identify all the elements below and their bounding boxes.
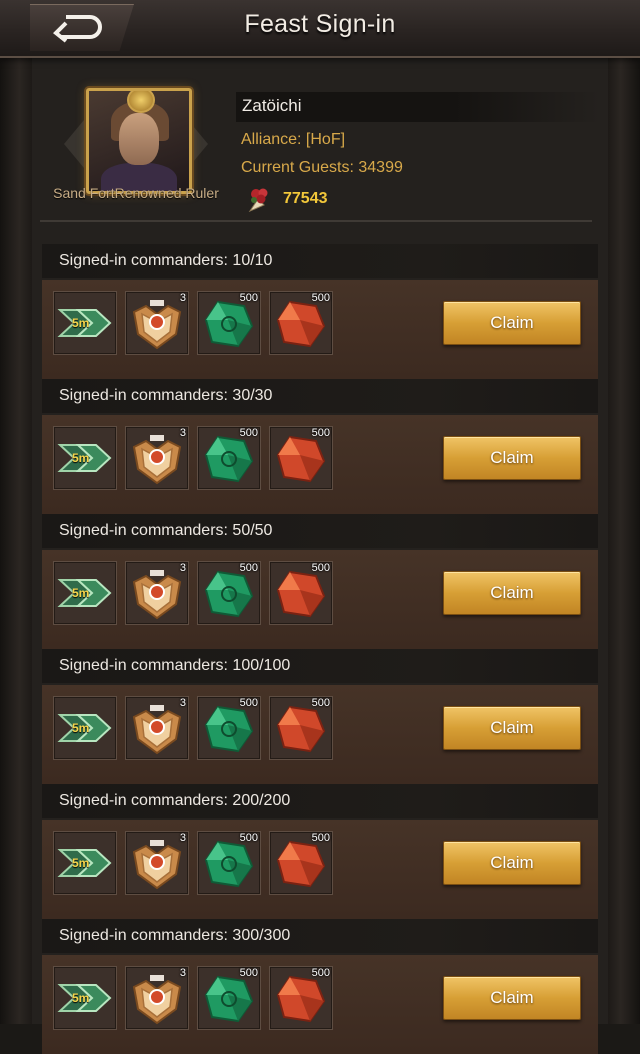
reward-qty: 3 bbox=[179, 967, 186, 979]
tier-header: Signed-in commanders: 200/200 bbox=[42, 784, 598, 818]
rank-title: Sand FortRenowned Ruler bbox=[53, 185, 219, 201]
reward-slot-speedup[interactable]: 5m bbox=[53, 291, 117, 355]
page-title: Feast Sign-in bbox=[244, 10, 396, 38]
reward-qty: 500 bbox=[239, 292, 258, 304]
tier-label: Signed-in commanders: 50/50 bbox=[59, 522, 273, 539]
avatar bbox=[86, 88, 192, 194]
tier-label: Signed-in commanders: 200/200 bbox=[59, 792, 291, 809]
speedup-duration: 5m bbox=[72, 316, 90, 330]
reward-slot-medal[interactable]: 3 bbox=[125, 966, 189, 1030]
reward-slot-speedup[interactable]: 5m bbox=[53, 966, 117, 1030]
reward-slot-green-gem[interactable]: 500 bbox=[197, 426, 261, 490]
tier-rewards: 5m 3 500 500 Claim bbox=[42, 685, 598, 784]
reward-slot-red-gem[interactable]: 500 bbox=[269, 426, 333, 490]
reward-qty: 500 bbox=[239, 697, 258, 709]
frame-left-ornament bbox=[64, 120, 84, 168]
claim-button[interactable]: Claim bbox=[443, 976, 581, 1020]
tier-rewards: 5m 3 500 500 Claim bbox=[42, 280, 598, 379]
reward-slot-green-gem[interactable]: 500 bbox=[197, 696, 261, 760]
claim-button[interactable]: Claim bbox=[443, 571, 581, 615]
divider bbox=[40, 220, 592, 222]
medal-badge-icon bbox=[132, 840, 182, 890]
reward-slot-red-gem[interactable]: 500 bbox=[269, 291, 333, 355]
crest-icon bbox=[127, 91, 155, 113]
reward-qty: 3 bbox=[179, 697, 186, 709]
reward-qty: 3 bbox=[179, 562, 186, 574]
reward-tier: Signed-in commanders: 100/100 5m 3 500 5… bbox=[42, 649, 598, 784]
current-guests-label: Current Guests: 34399 bbox=[241, 159, 403, 176]
speedup-duration: 5m bbox=[72, 721, 90, 735]
claim-button[interactable]: Claim bbox=[443, 436, 581, 480]
reward-qty: 3 bbox=[179, 292, 186, 304]
reward-qty: 500 bbox=[311, 427, 330, 439]
reward-slot-medal[interactable]: 3 bbox=[125, 561, 189, 625]
left-frame bbox=[0, 0, 32, 1024]
reward-qty: 3 bbox=[179, 832, 186, 844]
reward-slot-medal[interactable]: 3 bbox=[125, 426, 189, 490]
reward-tier: Signed-in commanders: 200/200 5m 3 500 5… bbox=[42, 784, 598, 919]
speedup-duration: 5m bbox=[72, 991, 90, 1005]
reward-tier: Signed-in commanders: 50/50 5m 3 500 500… bbox=[42, 514, 598, 649]
reward-qty: 500 bbox=[239, 427, 258, 439]
medal-badge-icon bbox=[132, 570, 182, 620]
reward-slot-medal[interactable]: 3 bbox=[125, 291, 189, 355]
reward-slot-green-gem[interactable]: 500 bbox=[197, 561, 261, 625]
tier-rewards: 5m 3 500 500 Claim bbox=[42, 820, 598, 919]
reward-slot-medal[interactable]: 3 bbox=[125, 696, 189, 760]
reward-qty: 3 bbox=[179, 427, 186, 439]
reward-slot-red-gem[interactable]: 500 bbox=[269, 561, 333, 625]
rose-bouquet-icon bbox=[244, 185, 274, 220]
reward-slot-speedup[interactable]: 5m bbox=[53, 696, 117, 760]
reward-slot-speedup[interactable]: 5m bbox=[53, 561, 117, 625]
reward-slot-green-gem[interactable]: 500 bbox=[197, 831, 261, 895]
reward-tier: Signed-in commanders: 300/300 5m 3 500 5… bbox=[42, 919, 598, 1054]
flower-count: 77543 bbox=[283, 190, 328, 207]
reward-qty: 500 bbox=[311, 697, 330, 709]
tier-label: Signed-in commanders: 100/100 bbox=[59, 657, 291, 674]
speedup-duration: 5m bbox=[72, 451, 90, 465]
speedup-duration: 5m bbox=[72, 586, 90, 600]
tier-header: Signed-in commanders: 100/100 bbox=[42, 649, 598, 683]
reward-slot-speedup[interactable]: 5m bbox=[53, 426, 117, 490]
alliance-label: Alliance: [HoF] bbox=[241, 131, 346, 148]
reward-qty: 500 bbox=[311, 562, 330, 574]
medal-badge-icon bbox=[132, 300, 182, 350]
reward-qty: 500 bbox=[239, 967, 258, 979]
medal-badge-icon bbox=[132, 435, 182, 485]
avatar-frame[interactable] bbox=[64, 86, 208, 196]
right-frame bbox=[608, 0, 640, 1024]
tier-header: Signed-in commanders: 30/30 bbox=[42, 379, 598, 413]
reward-tier: Signed-in commanders: 30/30 5m 3 500 500… bbox=[42, 379, 598, 514]
reward-slot-green-gem[interactable]: 500 bbox=[197, 291, 261, 355]
reward-qty: 500 bbox=[311, 292, 330, 304]
tier-header: Signed-in commanders: 10/10 bbox=[42, 244, 598, 278]
tier-label: Signed-in commanders: 30/30 bbox=[59, 387, 273, 404]
reward-slot-red-gem[interactable]: 500 bbox=[269, 831, 333, 895]
tier-label: Signed-in commanders: 300/300 bbox=[59, 927, 291, 944]
reward-tier: Signed-in commanders: 10/10 5m 3 500 500… bbox=[42, 244, 598, 379]
player-name: Zatöichi bbox=[242, 96, 302, 115]
tier-rewards: 5m 3 500 500 Claim bbox=[42, 415, 598, 514]
tier-header: Signed-in commanders: 50/50 bbox=[42, 514, 598, 548]
claim-button[interactable]: Claim bbox=[443, 301, 581, 345]
tier-label: Signed-in commanders: 10/10 bbox=[59, 252, 273, 269]
claim-button[interactable]: Claim bbox=[443, 841, 581, 885]
claim-button[interactable]: Claim bbox=[443, 706, 581, 750]
medal-badge-icon bbox=[132, 975, 182, 1025]
header-bar: Feast Sign-in bbox=[0, 0, 640, 58]
reward-qty: 500 bbox=[239, 832, 258, 844]
reward-slot-speedup[interactable]: 5m bbox=[53, 831, 117, 895]
reward-slot-red-gem[interactable]: 500 bbox=[269, 696, 333, 760]
tier-header: Signed-in commanders: 300/300 bbox=[42, 919, 598, 953]
speedup-duration: 5m bbox=[72, 856, 90, 870]
medal-badge-icon bbox=[132, 705, 182, 755]
tier-rewards: 5m 3 500 500 Claim bbox=[42, 955, 598, 1054]
reward-qty: 500 bbox=[239, 562, 258, 574]
reward-slot-green-gem[interactable]: 500 bbox=[197, 966, 261, 1030]
reward-slot-red-gem[interactable]: 500 bbox=[269, 966, 333, 1030]
tier-rewards: 5m 3 500 500 Claim bbox=[42, 550, 598, 649]
reward-slot-medal[interactable]: 3 bbox=[125, 831, 189, 895]
reward-qty: 500 bbox=[311, 967, 330, 979]
reward-qty: 500 bbox=[311, 832, 330, 844]
